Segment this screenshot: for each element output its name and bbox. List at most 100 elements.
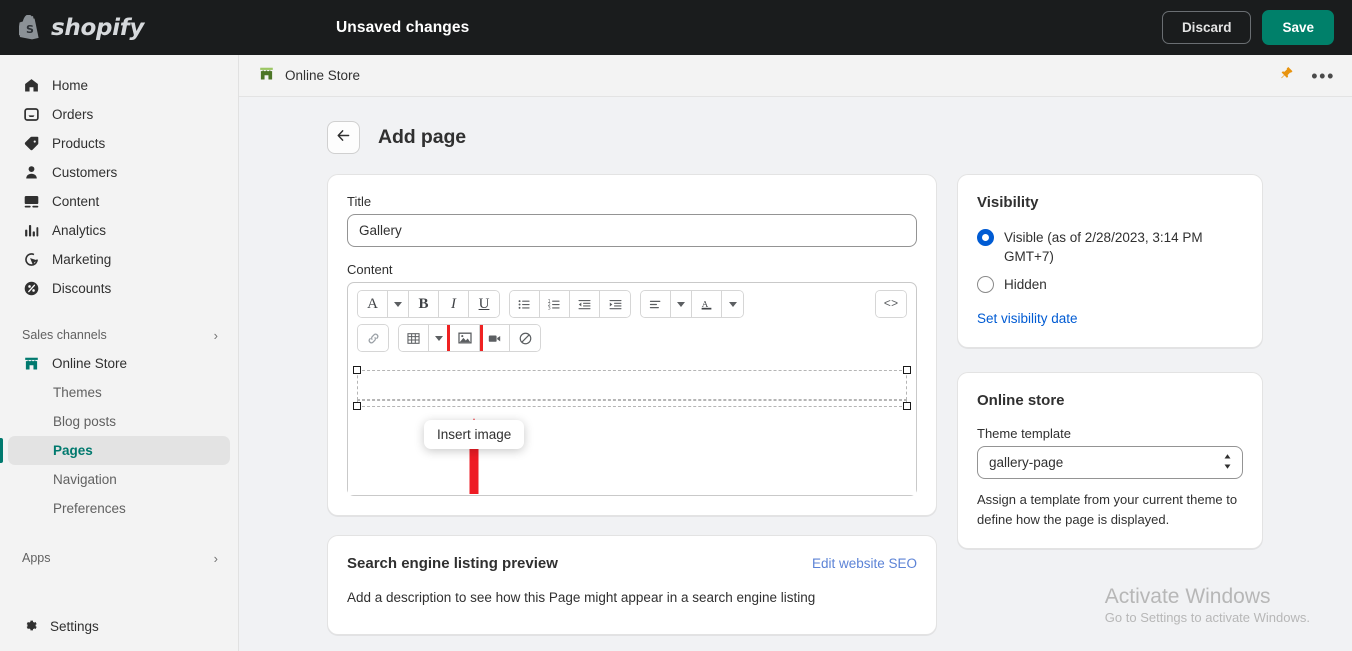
editor-content-area[interactable]: Insert image (348, 360, 916, 495)
side-column: Visibility Visible (as of 2/28/2023, 3:1… (957, 174, 1263, 635)
selection-band-top (357, 370, 907, 400)
discount-percent-icon (22, 279, 41, 298)
theme-template-select[interactable]: gallery-page (977, 446, 1243, 480)
visibility-option-visible[interactable]: Visible (as of 2/28/2023, 3:14 PM GMT+7) (977, 228, 1243, 266)
sidebar-item-products[interactable]: Products (8, 129, 230, 158)
radio-visible[interactable] (977, 229, 994, 246)
sidebar-item-orders[interactable]: Orders (8, 100, 230, 129)
font-format-caret-icon[interactable] (388, 291, 409, 317)
insert-table-button[interactable] (399, 325, 429, 351)
sidebar-item-preferences[interactable]: Preferences (8, 494, 230, 523)
text-color-caret-icon[interactable] (722, 291, 743, 317)
underline-button[interactable]: U (469, 291, 499, 317)
bulleted-list-button[interactable] (510, 291, 540, 317)
sidebar-item-label: Products (52, 136, 106, 151)
top-bar-actions: Discard Save (1161, 10, 1334, 45)
arrow-left-icon (335, 127, 352, 149)
sidebar-item-navigation[interactable]: Navigation (8, 465, 230, 494)
sidebar-item-discounts[interactable]: Discounts (8, 274, 230, 303)
shopify-logo[interactable]: S shopify (0, 14, 240, 41)
edit-website-seo-link[interactable]: Edit website SEO (812, 556, 917, 571)
insert-link-button[interactable] (358, 325, 388, 351)
title-input[interactable] (347, 214, 917, 247)
rich-text-editor: A B I U 123 A <> Insert image (347, 282, 917, 496)
main-content: Online Store ••• Add page Title Gallery … (239, 55, 1352, 651)
bar-chart-icon (22, 221, 41, 240)
context-bar: Online Store ••• (239, 55, 1352, 97)
svg-text:3: 3 (548, 305, 551, 311)
outdent-button[interactable] (570, 291, 600, 317)
sidebar-subitem-label: Pages (53, 443, 93, 458)
visibility-option-label: Visible (as of 2/28/2023, 3:14 PM GMT+7) (1004, 230, 1203, 265)
align-caret-icon[interactable] (671, 291, 692, 317)
sidebar-item-home[interactable]: Home (8, 71, 230, 100)
visibility-option-label: Hidden (1004, 277, 1047, 293)
sidebar-item-online-store[interactable]: Online Store (8, 349, 230, 378)
save-button[interactable]: Save (1262, 10, 1334, 45)
selection-band-bottom (357, 400, 907, 407)
editor-toolbar-row-2 (348, 321, 916, 360)
sidebar-item-blog-posts[interactable]: Blog posts (8, 407, 230, 436)
radio-hidden[interactable] (977, 276, 994, 294)
show-html-button[interactable]: <> (876, 291, 906, 317)
svg-text:A: A (701, 298, 709, 308)
page-header: Add page (239, 97, 1352, 154)
toolbar-group-align-color: A (640, 290, 744, 318)
title-field-label: Title (347, 194, 372, 209)
insert-image-tooltip: Insert image (424, 420, 525, 449)
resize-handle-top-right[interactable] (903, 366, 911, 374)
bold-button[interactable]: B (409, 291, 439, 317)
indent-button[interactable] (600, 291, 630, 317)
sidebar-item-customers[interactable]: Customers (8, 158, 230, 187)
toolbar-group-html: <> (875, 290, 907, 318)
back-button[interactable] (327, 121, 360, 154)
shopify-wordmark: shopify (51, 14, 145, 41)
discard-button[interactable]: Discard (1161, 11, 1252, 44)
clear-formatting-button[interactable] (510, 325, 540, 351)
visibility-card-title: Visibility (977, 194, 1039, 211)
numbered-list-button[interactable]: 123 (540, 291, 570, 317)
sidebar-subitem-label: Themes (53, 385, 102, 400)
content-image-icon (22, 192, 41, 211)
visibility-option-hidden[interactable]: Hidden (977, 275, 1243, 294)
insert-video-button[interactable] (480, 325, 510, 351)
sidebar-item-pages[interactable]: Pages (0, 436, 230, 465)
editor-toolbar-row-1: A B I U 123 A <> (348, 283, 916, 321)
insert-table-caret-icon[interactable] (429, 325, 450, 351)
toolbar-group-media (398, 324, 541, 352)
pin-icon[interactable] (1279, 65, 1294, 86)
settings-label: Settings (50, 619, 99, 634)
top-bar: S shopify Unsaved changes Discard Save (0, 0, 1352, 55)
text-color-button[interactable]: A (692, 291, 722, 317)
resize-handle-bottom-right[interactable] (903, 402, 911, 410)
person-icon (22, 163, 41, 182)
sidebar-item-label: Discounts (52, 281, 112, 296)
page-title: Add page (378, 126, 467, 148)
sidebar-section-apps[interactable]: Apps › (8, 544, 230, 572)
sidebar-item-label: Marketing (52, 252, 112, 267)
sidebar-subitem-label: Navigation (53, 472, 117, 487)
sidebar-item-marketing[interactable]: Marketing (8, 245, 230, 274)
sidebar-item-themes[interactable]: Themes (8, 378, 230, 407)
svg-text:S: S (26, 23, 34, 36)
theme-template-label: Theme template (977, 426, 1071, 442)
breadcrumb[interactable]: Online Store (258, 65, 360, 87)
sidebar-item-settings[interactable]: Settings (8, 612, 230, 641)
online-store-card-title: Online store (977, 392, 1065, 410)
align-button[interactable] (641, 291, 671, 317)
font-format-button[interactable]: A (358, 291, 388, 317)
chevron-right-icon: › (213, 550, 218, 566)
chevron-right-icon: › (213, 327, 218, 343)
insert-image-button[interactable] (447, 325, 483, 351)
sidebar-section-sales-channels[interactable]: Sales channels › (8, 321, 230, 349)
resize-handle-top-left[interactable] (353, 366, 361, 374)
italic-button[interactable]: I (439, 291, 469, 317)
set-visibility-date-link[interactable]: Set visibility date (977, 311, 1078, 326)
page-details-card: Title Content A B I U (327, 174, 937, 516)
sidebar-item-analytics[interactable]: Analytics (8, 216, 230, 245)
sidebar-subitem-label: Blog posts (53, 414, 117, 429)
resize-handle-bottom-left[interactable] (353, 402, 361, 410)
sidebar-item-content[interactable]: Content (8, 187, 230, 216)
page-columns: Title Content A B I U (239, 154, 1352, 635)
ellipsis-icon[interactable]: ••• (1311, 67, 1335, 85)
